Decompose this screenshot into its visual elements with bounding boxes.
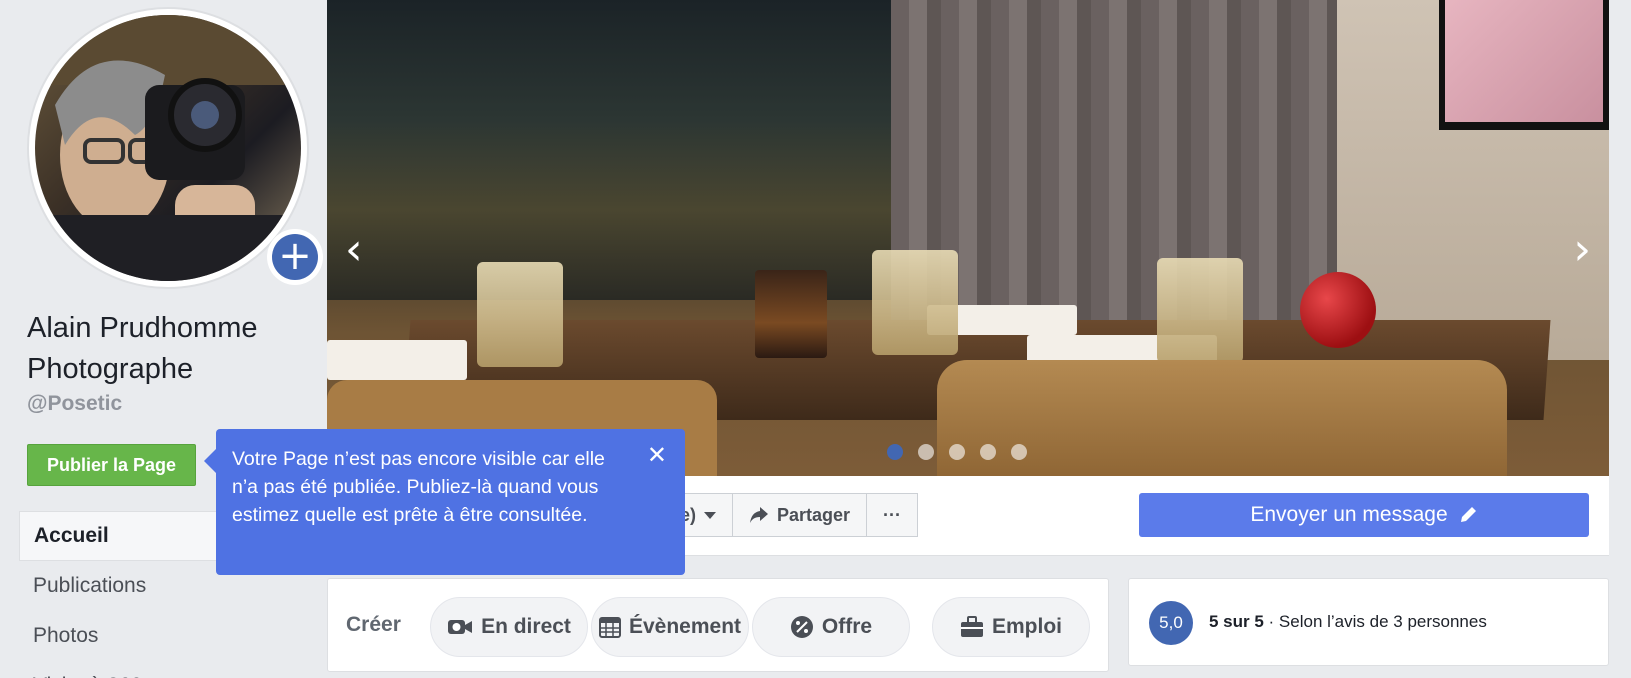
carousel-next-icon[interactable]: › — [1573, 228, 1591, 272]
cover-window-scene — [327, 0, 891, 300]
cover-glass — [872, 250, 958, 355]
close-icon[interactable]: ✕ — [647, 443, 667, 467]
nav-item-360-tour[interactable]: Visite à 360 — [19, 661, 319, 678]
send-message-label: Envoyer un message — [1250, 503, 1448, 526]
carousel-dot[interactable] — [918, 444, 934, 460]
percent-badge-icon — [790, 616, 813, 638]
create-offer-button[interactable]: Offre — [752, 597, 910, 657]
cover-glass — [1157, 258, 1243, 363]
create-live-label: En direct — [481, 615, 571, 638]
create-event-label: Évènement — [628, 615, 742, 638]
rating-card[interactable]: 5,0 5 sur 5 · Selon l’avis de 3 personne… — [1128, 578, 1609, 666]
cover-napkin — [327, 340, 467, 380]
send-message-button[interactable]: Envoyer un message — [1139, 493, 1589, 537]
share-label: Partager — [777, 504, 851, 525]
rating-review-count: · Selon l’avis de 3 personnes — [1263, 612, 1487, 631]
create-label: Créer — [346, 613, 401, 636]
carousel-dot[interactable] — [980, 444, 996, 460]
rating-summary: 5 sur 5 · Selon l’avis de 3 personnes — [1209, 612, 1487, 632]
tooltip-message: Votre Page n’est pas encore visible car … — [232, 448, 605, 526]
cover-glass — [477, 262, 563, 367]
carousel-dot[interactable] — [887, 444, 903, 460]
page-username[interactable]: @Posetic — [27, 392, 122, 416]
cover-candle — [755, 270, 827, 358]
nav-item-photos[interactable]: Photos — [19, 611, 319, 661]
share-button[interactable]: Partager — [733, 493, 868, 537]
avatar-photo — [35, 15, 301, 281]
create-job-label: Emploi — [991, 615, 1062, 638]
carousel-dot[interactable] — [1011, 444, 1027, 460]
more-options-button[interactable]: ··· — [867, 493, 919, 537]
calendar-icon — [598, 617, 621, 638]
profile-picture[interactable]: + — [27, 7, 323, 289]
create-event-button[interactable]: Évènement — [591, 597, 749, 657]
pencil-icon — [1460, 507, 1476, 522]
rating-score-badge: 5,0 — [1149, 601, 1193, 645]
share-arrow-icon — [750, 507, 768, 523]
ellipsis-icon: ··· — [883, 504, 902, 525]
briefcase-icon — [960, 616, 983, 637]
cover-photo-carousel[interactable]: ‹ › — [327, 0, 1609, 476]
unpublished-page-tooltip: Votre Page n’est pas encore visible car … — [204, 429, 685, 575]
carousel-dots — [887, 444, 1027, 460]
cover-picture-frame — [1439, 0, 1609, 130]
create-live-button[interactable]: En direct — [430, 597, 588, 657]
action-button-group: (e) Partager ··· — [657, 493, 919, 537]
create-job-button[interactable]: Emploi — [932, 597, 1090, 657]
rating-out-of: 5 sur 5 — [1209, 612, 1264, 631]
page-title: Alain Prudhomme Photographe — [27, 312, 258, 385]
create-card: Créer En direct Évènement Offre Emploi — [327, 578, 1109, 672]
video-camera-icon — [448, 620, 473, 634]
add-photo-button[interactable]: + — [267, 229, 323, 285]
publish-page-button[interactable]: Publier la Page — [27, 444, 196, 486]
avatar — [35, 15, 301, 281]
plus-icon: + — [272, 234, 318, 280]
cover-apple — [1300, 272, 1376, 348]
caret-down-icon — [704, 511, 716, 519]
carousel-dot[interactable] — [949, 444, 965, 460]
create-offer-label: Offre — [821, 615, 873, 638]
carousel-prev-icon[interactable]: ‹ — [345, 228, 363, 272]
